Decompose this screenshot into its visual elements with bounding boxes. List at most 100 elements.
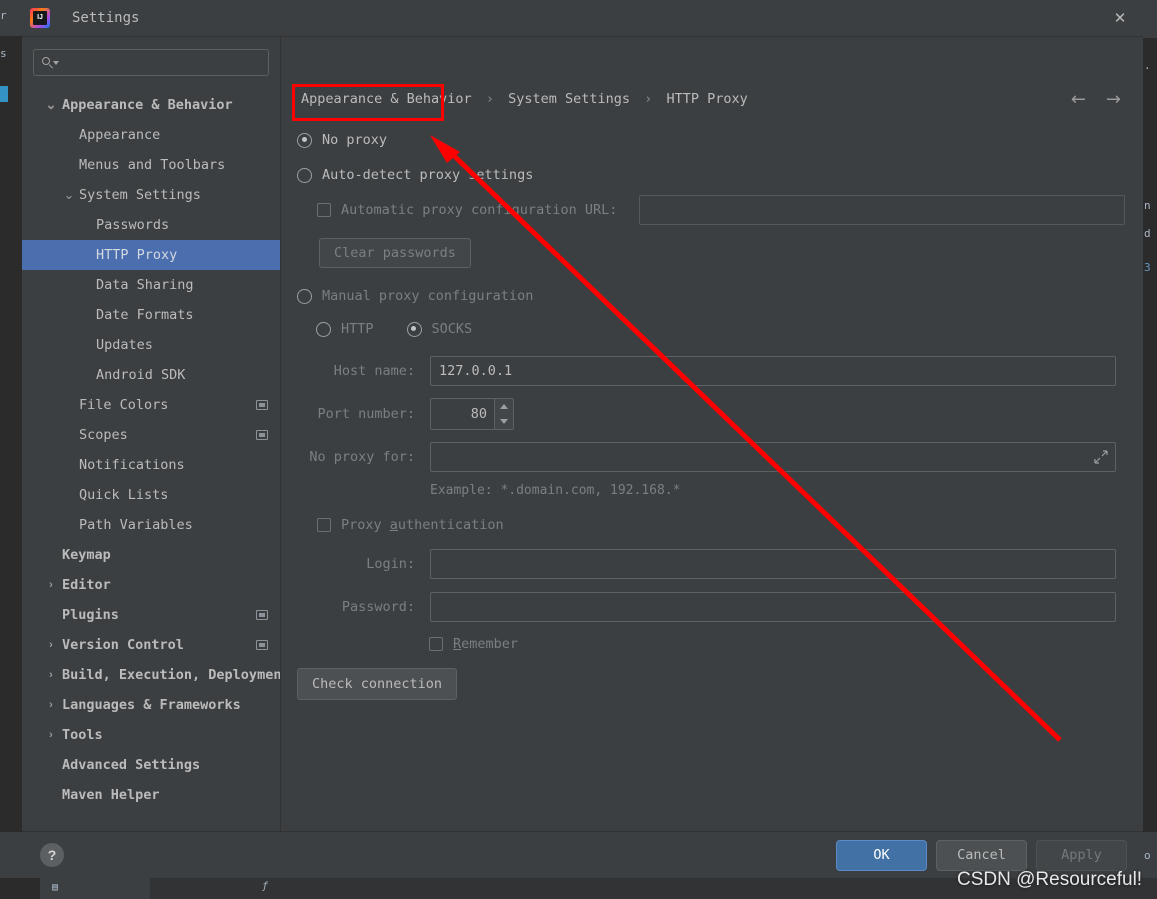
breadcrumb-separator-1: › — [644, 91, 653, 107]
chevron-down-icon[interactable]: ⌄ — [62, 187, 76, 203]
sidebar-item-android-sdk[interactable]: Android SDK — [22, 360, 280, 390]
login-label: Login: — [366, 556, 415, 572]
port-number-stepper[interactable]: 80 — [430, 398, 514, 430]
background-left-text-1: s — [0, 48, 7, 60]
intellij-idea-logo-icon — [30, 8, 50, 28]
login-row: Login: — [297, 549, 1131, 579]
http-radio[interactable] — [316, 321, 331, 337]
background-right-text-1: n — [1144, 199, 1151, 212]
close-icon[interactable]: ✕ — [1097, 0, 1143, 36]
sidebar-item-tools[interactable]: › Tools — [22, 720, 280, 750]
port-number-value[interactable]: 80 — [431, 399, 494, 429]
sidebar-item-label: Languages & Frameworks — [62, 697, 241, 713]
ok-button[interactable]: OK — [836, 839, 927, 871]
no-proxy-label: No proxy — [322, 132, 388, 148]
host-name-input[interactable] — [430, 356, 1116, 386]
sidebar-item-updates[interactable]: Updates — [22, 330, 280, 360]
settings-content: Appearance & Behavior › System Settings … — [281, 37, 1143, 831]
sidebar-item-appearance-behavior[interactable]: ⌄ Appearance & Behavior — [22, 90, 280, 120]
sidebar-item-plugins[interactable]: Plugins — [22, 600, 280, 630]
host-name-label: Host name: — [333, 363, 415, 379]
no-proxy-radio[interactable] — [297, 132, 312, 148]
sidebar-item-scopes[interactable]: Scopes — [22, 420, 280, 450]
sidebar-item-maven-helper[interactable]: Maven Helper — [22, 780, 280, 810]
sidebar-item-editor[interactable]: › Editor — [22, 570, 280, 600]
sidebar-item-languages-frameworks[interactable]: › Languages & Frameworks — [22, 690, 280, 720]
sidebar-item-menus-and-toolbars[interactable]: Menus and Toolbars — [22, 150, 280, 180]
proxy-auth-label-pre: Proxy — [341, 517, 390, 533]
sidebar-item-date-formats[interactable]: Date Formats — [22, 300, 280, 330]
chevron-right-icon[interactable]: › — [44, 579, 58, 591]
chevron-down-icon[interactable] — [495, 414, 513, 429]
remember-checkbox[interactable] — [429, 637, 443, 651]
sidebar-item-path-variables[interactable]: Path Variables — [22, 510, 280, 540]
apply-button: Apply — [1036, 839, 1127, 871]
sidebar-item-label: Appearance & Behavior — [62, 97, 233, 113]
breadcrumb-part-1[interactable]: System Settings — [508, 91, 630, 107]
auto-config-url-checkbox[interactable] — [317, 203, 331, 217]
sidebar-item-passwords[interactable]: Passwords — [22, 210, 280, 240]
remember-mnemonic: R — [453, 636, 462, 652]
no-proxy-option[interactable]: No proxy — [297, 125, 1131, 155]
chevron-right-icon[interactable]: › — [44, 639, 58, 651]
background-left-accent — [0, 86, 8, 102]
arrow-right-icon[interactable]: → — [1106, 89, 1121, 110]
proxy-auth-checkbox[interactable] — [317, 518, 331, 532]
chevron-right-icon[interactable]: › — [44, 699, 58, 711]
auto-config-url-label: Automatic proxy configuration URL: — [341, 202, 618, 218]
search-box[interactable] — [33, 49, 269, 76]
manual-proxy-radio[interactable] — [297, 288, 312, 304]
sidebar-item-keymap[interactable]: Keymap — [22, 540, 280, 570]
background-left-text-0: r — [0, 10, 7, 22]
sidebar-item-label: Quick Lists — [79, 487, 169, 503]
sidebar-item-version-control[interactable]: › Version Control — [22, 630, 280, 660]
sidebar-item-notifications[interactable]: Notifications — [22, 450, 280, 480]
expand-icon[interactable] — [1094, 450, 1108, 464]
remember-label: Remember — [453, 636, 518, 652]
sidebar-item-label: Passwords — [96, 217, 170, 233]
host-name-row: Host name: — [297, 356, 1131, 386]
sidebar-item-appearance[interactable]: Appearance — [22, 120, 280, 150]
clear-passwords-button[interactable]: Clear passwords — [319, 238, 471, 268]
navigation-arrows: ← → — [1071, 89, 1121, 110]
help-icon[interactable]: ? — [40, 843, 64, 867]
sidebar-item-data-sharing[interactable]: Data Sharing — [22, 270, 280, 300]
example-text: Example: *.domain.com, 192.168.* — [430, 482, 681, 498]
project-settings-badge-icon — [256, 640, 268, 650]
cancel-button[interactable]: Cancel — [936, 839, 1027, 871]
background-right-text-0: . c — [1144, 59, 1157, 72]
auto-detect-option[interactable]: Auto-detect proxy settings — [297, 160, 1131, 190]
search-input[interactable] — [58, 54, 268, 71]
sidebar-item-label: Scopes — [79, 427, 128, 443]
login-input[interactable] — [430, 549, 1116, 579]
watermark: CSDN @Resourceful! — [957, 869, 1143, 890]
chevron-right-icon[interactable]: › — [44, 729, 58, 741]
sidebar-item-advanced-settings[interactable]: Advanced Settings — [22, 750, 280, 780]
dialog-title: Settings — [72, 10, 140, 26]
sidebar-item-system-settings[interactable]: ⌄ System Settings — [22, 180, 280, 210]
background-bottom-icon-1: ▤ — [52, 882, 59, 893]
sidebar-item-http-proxy[interactable]: HTTP Proxy — [22, 240, 280, 270]
chevron-right-icon[interactable]: › — [44, 669, 58, 681]
auto-detect-radio[interactable] — [297, 167, 312, 183]
background-right-text-2: d — [1144, 227, 1151, 240]
no-proxy-for-row: No proxy for: — [297, 442, 1131, 472]
auto-detect-label: Auto-detect proxy settings — [322, 167, 534, 183]
password-input[interactable] — [430, 592, 1116, 622]
sidebar-item-label: File Colors — [79, 397, 169, 413]
chevron-down-icon[interactable]: ⌄ — [44, 97, 58, 113]
project-settings-badge-icon — [256, 430, 268, 440]
sidebar-item-quick-lists[interactable]: Quick Lists — [22, 480, 280, 510]
breadcrumb-part-0[interactable]: Appearance & Behavior — [301, 91, 472, 107]
background-right-panel — [1143, 38, 1157, 832]
no-proxy-for-input[interactable] — [430, 442, 1116, 472]
auto-config-url-input[interactable] — [639, 195, 1126, 225]
socks-radio[interactable] — [406, 321, 422, 337]
check-connection-button[interactable]: Check connection — [297, 668, 458, 700]
port-number-row: Port number: 80 — [297, 398, 1131, 430]
sidebar-item-build-execution-deployment[interactable]: › Build, Execution, Deployment — [22, 660, 280, 690]
manual-proxy-option[interactable]: Manual proxy configuration — [297, 281, 1131, 311]
sidebar-item-file-colors[interactable]: File Colors — [22, 390, 280, 420]
chevron-up-icon[interactable] — [495, 399, 513, 414]
arrow-left-icon[interactable]: ← — [1071, 89, 1086, 110]
